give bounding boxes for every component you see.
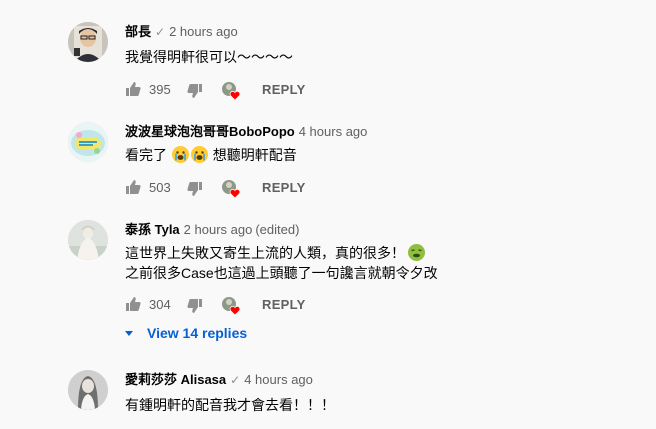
avatar[interactable] bbox=[68, 220, 108, 260]
comment-header: 泰孫 Tyla 2 hours ago (edited) bbox=[125, 221, 299, 239]
crying-face-emoji-icon bbox=[190, 146, 208, 163]
comment-timestamp[interactable]: 4 hours ago bbox=[299, 124, 368, 139]
reply-button[interactable]: REPLY bbox=[262, 82, 306, 97]
author-name[interactable]: 愛莉莎莎 Alisasa bbox=[125, 372, 226, 387]
comment-text: 有鍾明軒的配音我才會去看！！！ bbox=[125, 397, 335, 413]
view-replies-button[interactable]: View 14 replies bbox=[125, 325, 247, 345]
creator-heart-icon bbox=[222, 180, 241, 199]
like-count: 503 bbox=[149, 180, 171, 195]
thumbs-up-icon[interactable] bbox=[125, 179, 141, 195]
thumbs-up-icon[interactable] bbox=[125, 81, 141, 97]
avatar[interactable] bbox=[68, 122, 108, 162]
reply-button[interactable]: REPLY bbox=[262, 180, 306, 195]
verified-check-icon: ✓ bbox=[155, 25, 166, 39]
thumbs-up-icon[interactable] bbox=[125, 296, 141, 312]
reply-button[interactable]: REPLY bbox=[262, 297, 306, 312]
author-name[interactable]: 波波星球泡泡哥哥BoboPopo bbox=[125, 124, 295, 139]
comment-text-part: 看完了 bbox=[125, 147, 167, 163]
comment-actions: 503 REPLY bbox=[125, 179, 425, 199]
comment-header: 波波星球泡泡哥哥BoboPopo 4 hours ago bbox=[125, 123, 367, 141]
comment-actions: 304 REPLY bbox=[125, 296, 425, 316]
comment-text: 這世界上失敗又寄生上流的人類，真的很多！ bbox=[125, 243, 426, 263]
comment-text-line: 這世界上失敗又寄生上流的人類，真的很多！ bbox=[125, 245, 405, 261]
creator-heart-icon bbox=[222, 82, 241, 101]
thumbs-down-icon[interactable] bbox=[187, 298, 203, 314]
like-count: 304 bbox=[149, 297, 171, 312]
view-replies-label: View 14 replies bbox=[147, 325, 248, 341]
author-name[interactable]: 泰孫 Tyla bbox=[125, 222, 180, 237]
avatar[interactable] bbox=[68, 22, 108, 62]
avatar[interactable] bbox=[68, 370, 108, 410]
creator-heart-icon bbox=[222, 297, 241, 316]
nauseated-face-emoji-icon bbox=[408, 244, 425, 261]
thumbs-down-icon[interactable] bbox=[187, 181, 203, 197]
comment-text: 我覺得明軒很可以～～～～ bbox=[125, 49, 293, 65]
comment-timestamp[interactable]: 4 hours ago bbox=[244, 372, 313, 387]
verified-check-icon: ✓ bbox=[230, 373, 241, 387]
comment-text: 看完了 想聽明軒配音 bbox=[125, 145, 297, 165]
edited-label: (edited) bbox=[255, 222, 300, 237]
thumbs-down-icon[interactable] bbox=[187, 83, 203, 99]
comment-actions: 395 REPLY bbox=[125, 81, 425, 101]
comment-text-part: 想聽明軒配音 bbox=[212, 147, 297, 163]
caret-down-icon bbox=[125, 331, 133, 336]
comment-text: 之前很多Case也這過上頭聽了一句讒言就朝令夕改 bbox=[125, 265, 438, 281]
like-count: 395 bbox=[149, 82, 171, 97]
author-name[interactable]: 部長 bbox=[125, 24, 151, 39]
comment-header: 愛莉莎莎 Alisasa ✓ 4 hours ago bbox=[125, 371, 313, 389]
comment-header: 部長 ✓ 2 hours ago bbox=[125, 23, 238, 41]
comment-timestamp[interactable]: 2 hours ago bbox=[184, 222, 253, 237]
crying-face-emoji-icon bbox=[171, 146, 189, 163]
comment-timestamp[interactable]: 2 hours ago bbox=[169, 24, 238, 39]
